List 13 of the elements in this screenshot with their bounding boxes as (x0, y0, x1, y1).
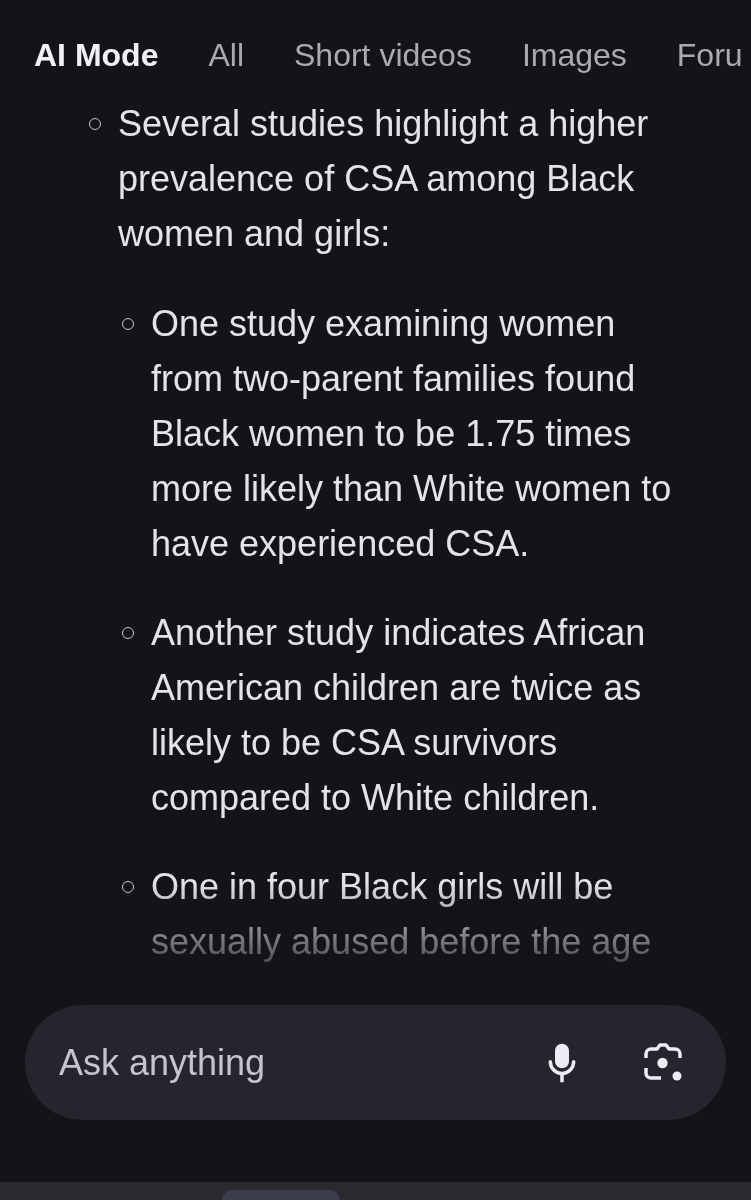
list-item-text: One study examining women from two-parent families found Black women to be 1.75 times more likely than White women to have experienced CSA. (151, 302, 673, 566)
tab[interactable]: Foru (676, 38, 743, 72)
ask-input[interactable]: Ask anything (59, 1032, 520, 1093)
list-item-text: One in four Black girls will be sexually abused before the age (151, 865, 653, 964)
list-item-text: Another study indicates African American children are twice as likely to be CSA survivors compared to White children. (151, 611, 647, 820)
list-item-text: Several studies highlight a higher prevalence of CSA among Black women and girls: (118, 102, 650, 256)
tab[interactable]: Images (521, 38, 627, 72)
tab[interactable]: All (208, 38, 244, 72)
search-bar[interactable]: Ask anything (25, 1005, 726, 1120)
tab[interactable]: Short videos (294, 38, 472, 72)
microphone-icon (548, 1042, 576, 1083)
camera-icon (643, 1042, 683, 1083)
tab[interactable]: AI Mode (34, 38, 159, 72)
